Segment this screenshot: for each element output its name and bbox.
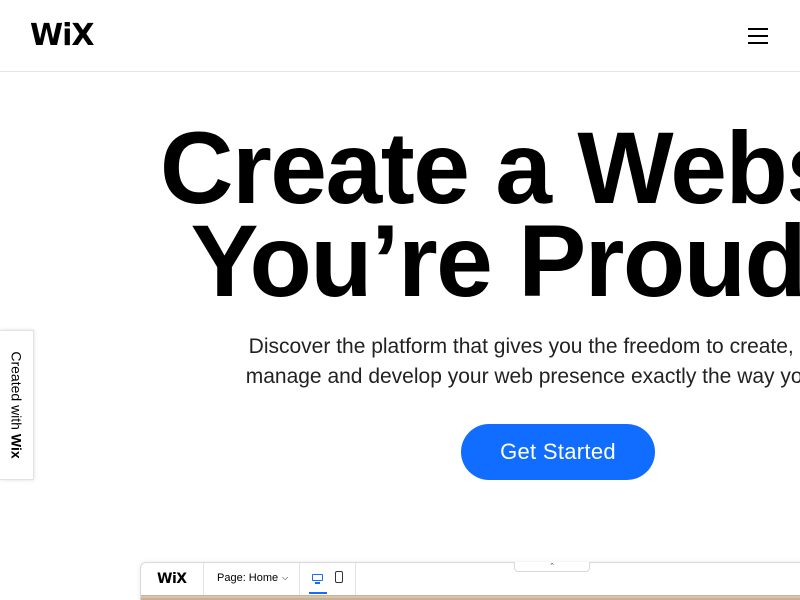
desktop-screen: [312, 574, 323, 581]
get-started-button[interactable]: Get Started: [461, 424, 655, 480]
site-header: WiX: [0, 0, 800, 72]
menu-bar: [748, 28, 768, 30]
hero-headline: Create a Website You’re Proud of: [0, 117, 800, 312]
badge-text: Created with Wix: [9, 351, 25, 458]
menu-bar: [748, 35, 768, 37]
created-with-wix-badge[interactable]: Created with Wix: [0, 330, 34, 480]
editor-canvas: [141, 595, 800, 600]
menu-bar: [748, 42, 768, 44]
hero-subtext: Discover the platform that gives you the…: [0, 332, 800, 392]
badge-prefix: Created with: [8, 351, 25, 434]
mobile-icon[interactable]: [335, 571, 343, 583]
editor-wix-logo: WiX: [157, 571, 187, 587]
divider: [299, 563, 300, 595]
page-selector-label: Page: Home: [217, 572, 279, 584]
collapse-handle[interactable]: ⌃: [514, 562, 590, 572]
hero-subtext-line2: manage and develop your web presence exa…: [245, 365, 800, 388]
badge-brand: Wix: [8, 433, 25, 459]
divider: [355, 563, 356, 595]
active-view-indicator: [309, 592, 327, 594]
editor-preview: WiX Page: Home ⌵ ⌃: [140, 562, 800, 600]
desktop-stand: [315, 582, 320, 584]
page: WiX Create a Website You’re Proud of Dis…: [0, 0, 800, 600]
hamburger-menu-icon[interactable]: [746, 24, 770, 48]
desktop-icon[interactable]: [311, 572, 325, 586]
hero-subtext-line1: Discover the platform that gives you the…: [248, 335, 800, 358]
wix-logo[interactable]: WiX: [30, 18, 95, 54]
page-selector[interactable]: Page: Home ⌵: [217, 572, 288, 584]
divider: [203, 563, 204, 595]
chevron-down-icon: ⌵: [282, 573, 289, 582]
hero-headline-line2: You’re Proud of: [190, 204, 800, 318]
